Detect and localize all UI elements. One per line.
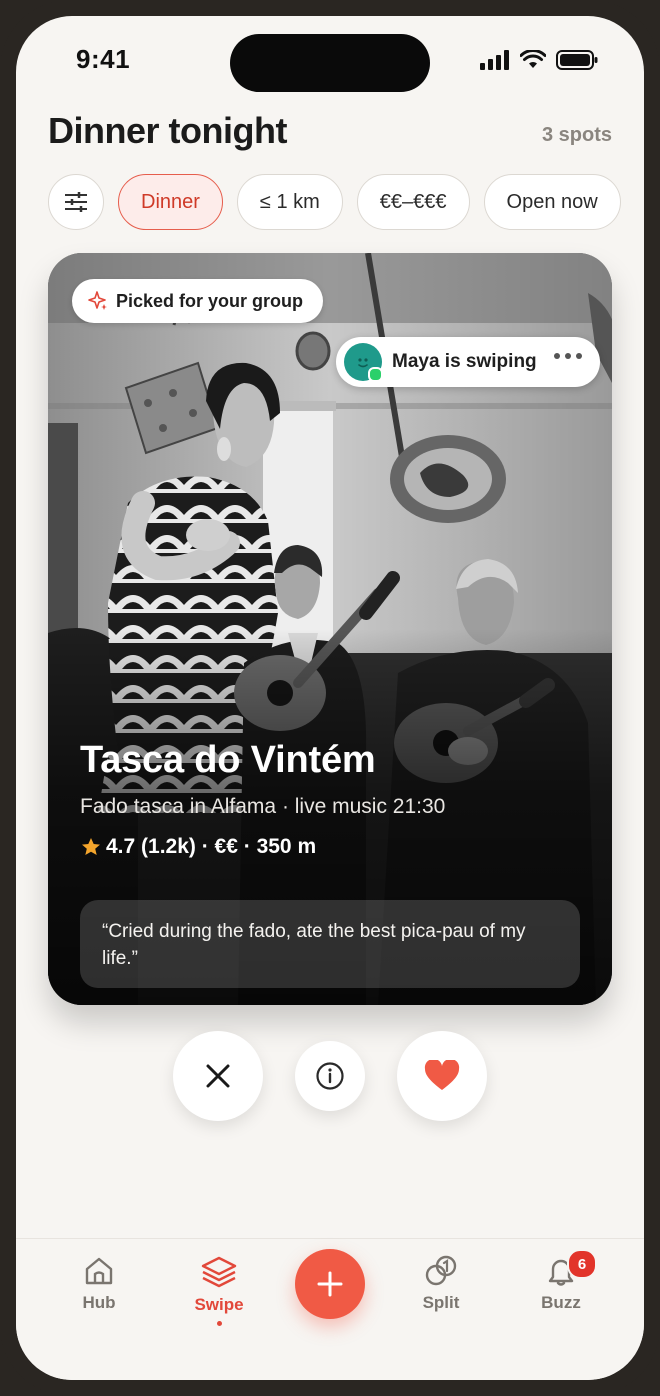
spots-count: 3 spots (541, 124, 612, 146)
filter-chips: Dinner ≤ 1 km €€–€€€ Open now (48, 174, 621, 230)
picked-badge: Picked for your group (72, 279, 324, 323)
tab-swipe-label: Swipe (194, 1295, 244, 1314)
layers-icon (201, 1256, 237, 1288)
online-dot (368, 367, 383, 382)
restaurant-name: Tasca do Vintém (80, 739, 376, 781)
more-options-icon[interactable] (554, 353, 582, 359)
chip-price[interactable]: €€–€€€ (356, 174, 470, 230)
rating-text: 4.7 (1.2k) · €€ · 350 m (106, 835, 317, 858)
avatar (344, 343, 383, 382)
like-button[interactable] (397, 1031, 487, 1121)
filter-settings-button[interactable] (48, 174, 104, 230)
page-title: Dinner tonight (48, 110, 287, 151)
review-quote: “Cried during the fado, ate the best pic… (80, 900, 580, 988)
tab-hub[interactable]: Hub (49, 1255, 149, 1313)
status-icons (480, 50, 598, 70)
info-icon (316, 1062, 344, 1090)
status-bar: 9:41 (16, 16, 644, 106)
signal-icon (480, 50, 509, 70)
tab-split[interactable]: Split (391, 1255, 491, 1313)
status-time: 9:41 (76, 44, 131, 74)
chip-dinner[interactable]: Dinner (118, 174, 223, 230)
dynamic-island (230, 34, 430, 92)
tab-buzz[interactable]: Buzz 6 (511, 1249, 611, 1313)
notification-badge: 6 (567, 1249, 597, 1279)
live-swiper-pill[interactable]: Maya is swiping (336, 337, 600, 387)
chip-distance[interactable]: ≤ 1 km (236, 174, 343, 230)
home-icon (85, 1257, 113, 1285)
battery-icon (556, 50, 598, 70)
sparkle-icon (88, 291, 107, 310)
star-icon (82, 838, 100, 855)
tab-hub-label: Hub (82, 1293, 116, 1312)
restaurant-meta: 4.7 (1.2k) · €€ · 350 m (80, 835, 316, 859)
active-tab-indicator (216, 1321, 222, 1326)
heart-icon (424, 1060, 460, 1090)
info-button[interactable] (295, 1041, 365, 1111)
tab-bar: Hub Swipe Split Buzz 6 (16, 1238, 644, 1380)
chip-open-now[interactable]: Open now (483, 174, 621, 230)
add-button[interactable] (295, 1249, 365, 1319)
app-screen: 9:41 Dinner tonight 3 spots Dinner ≤ 1 k… (16, 16, 644, 1380)
coins-icon (425, 1255, 457, 1286)
restaurant-description: Fado tasca in Alfama · live music 21:30 (80, 795, 446, 818)
plus-icon (317, 1271, 343, 1297)
pass-button[interactable] (173, 1031, 263, 1121)
tab-split-label: Split (422, 1293, 460, 1312)
restaurant-card[interactable]: Picked for your group Maya is swiping Ta… (48, 253, 612, 1005)
wifi-icon (520, 50, 546, 68)
swiper-status: Maya is swiping (392, 351, 537, 372)
tab-swipe[interactable]: Swipe (169, 1255, 269, 1326)
picked-badge-label: Picked for your group (116, 290, 304, 311)
swipe-actions (16, 1031, 644, 1121)
sliders-icon (65, 192, 87, 212)
phone-frame: 9:41 Dinner tonight 3 spots Dinner ≤ 1 k… (0, 0, 660, 1396)
close-icon (206, 1064, 230, 1088)
tab-buzz-label: Buzz (541, 1293, 581, 1312)
